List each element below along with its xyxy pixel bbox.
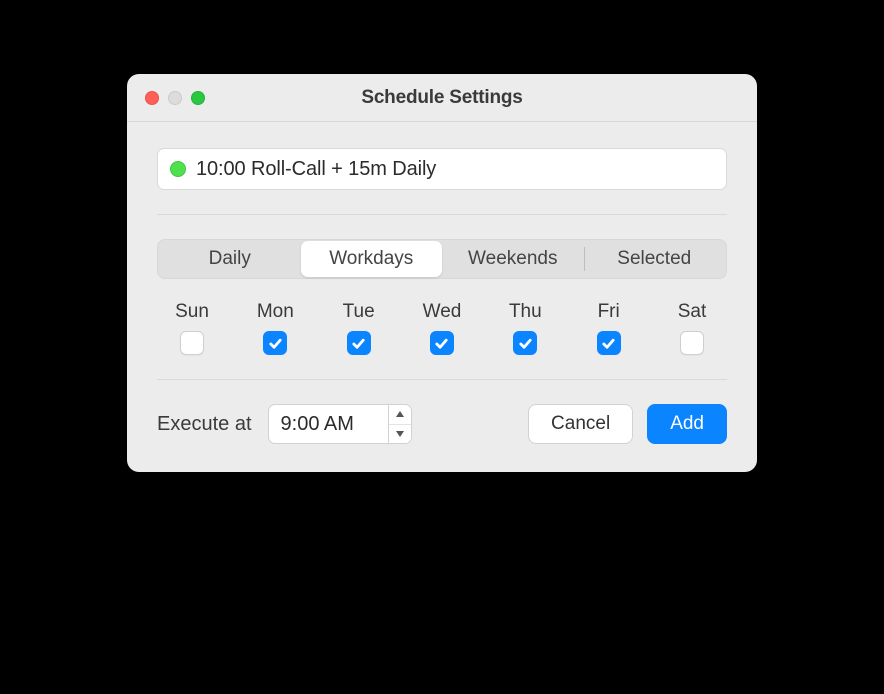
day-label: Mon <box>257 301 294 323</box>
minimize-window-icon <box>168 91 182 105</box>
close-window-icon[interactable] <box>145 91 159 105</box>
divider <box>157 379 727 380</box>
segment-workdays[interactable]: Workdays <box>301 241 443 277</box>
checkmark-icon <box>268 336 283 351</box>
day-checkbox-tue[interactable] <box>347 331 371 355</box>
day-label: Fri <box>598 301 620 323</box>
status-dot-icon <box>170 161 186 177</box>
day-checkbox-thu[interactable] <box>513 331 537 355</box>
day-col-mon: Mon <box>246 301 304 355</box>
execute-time-field: 9:00 AM <box>268 404 412 444</box>
segment-workdays-label: Workdays <box>329 248 413 270</box>
cancel-button[interactable]: Cancel <box>528 404 633 444</box>
chevron-up-icon <box>395 410 405 418</box>
divider <box>157 214 727 215</box>
day-label: Sat <box>678 301 707 323</box>
window-title: Schedule Settings <box>143 87 741 109</box>
footer-row: Execute at 9:00 AM Cancel <box>157 404 727 444</box>
day-col-sun: Sun <box>163 301 221 355</box>
chevron-down-icon <box>395 430 405 438</box>
day-col-thu: Thu <box>496 301 554 355</box>
frequency-segmented-control: Daily Workdays Weekends Selected <box>157 239 727 279</box>
segment-selected-label: Selected <box>617 248 691 270</box>
traffic-lights <box>145 91 205 105</box>
segment-weekends-label: Weekends <box>468 248 557 270</box>
day-col-sat: Sat <box>663 301 721 355</box>
schedule-name-text: 10:00 Roll-Call + 15m Daily <box>196 158 436 181</box>
execute-time-input[interactable]: 9:00 AM <box>268 404 388 444</box>
day-checkbox-sun[interactable] <box>180 331 204 355</box>
checkmark-icon <box>351 336 366 351</box>
add-button-label: Add <box>670 413 704 434</box>
day-checkbox-mon[interactable] <box>263 331 287 355</box>
checkmark-icon <box>601 336 616 351</box>
day-col-wed: Wed <box>413 301 471 355</box>
day-label: Sun <box>175 301 209 323</box>
time-stepper <box>388 404 412 444</box>
cancel-button-label: Cancel <box>551 413 610 434</box>
segment-daily-label: Daily <box>209 248 251 270</box>
schedule-name-field[interactable]: 10:00 Roll-Call + 15m Daily <box>157 148 727 190</box>
segment-weekends[interactable]: Weekends <box>442 241 584 277</box>
checkmark-icon <box>434 336 449 351</box>
day-label: Tue <box>343 301 375 323</box>
content-area: 10:00 Roll-Call + 15m Daily Daily Workda… <box>127 122 757 472</box>
day-label: Wed <box>423 301 462 323</box>
execute-time-value: 9:00 AM <box>281 413 354 436</box>
time-step-down-button[interactable] <box>389 424 411 444</box>
titlebar: Schedule Settings <box>127 74 757 122</box>
day-label: Thu <box>509 301 542 323</box>
segment-daily[interactable]: Daily <box>159 241 301 277</box>
time-step-up-button[interactable] <box>389 405 411 424</box>
days-row: Sun Mon Tue Wed <box>157 301 727 355</box>
zoom-window-icon[interactable] <box>191 91 205 105</box>
execute-at-label: Execute at <box>157 413 252 436</box>
schedule-settings-window: Schedule Settings 10:00 Roll-Call + 15m … <box>127 74 757 472</box>
day-col-fri: Fri <box>580 301 638 355</box>
segment-selected[interactable]: Selected <box>584 241 726 277</box>
day-checkbox-fri[interactable] <box>597 331 621 355</box>
day-col-tue: Tue <box>330 301 388 355</box>
day-checkbox-sat[interactable] <box>680 331 704 355</box>
day-checkbox-wed[interactable] <box>430 331 454 355</box>
add-button[interactable]: Add <box>647 404 727 444</box>
checkmark-icon <box>518 336 533 351</box>
